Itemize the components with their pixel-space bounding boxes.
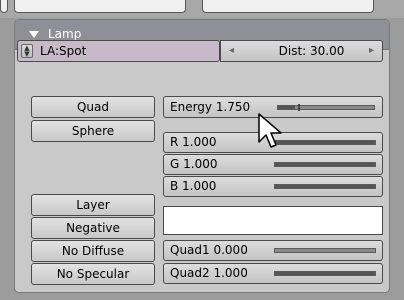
quad1-slider[interactable]: Quad1 0.000 [163, 240, 383, 261]
energy-track[interactable] [277, 104, 375, 111]
g-fill [275, 163, 375, 166]
top-bar-segment [202, 0, 374, 13]
dist-label: Dist: 30.00 [278, 44, 345, 58]
energy-tick [298, 104, 300, 111]
lamp-color-swatch[interactable] [163, 206, 383, 235]
panel-title: Lamp [48, 27, 82, 41]
updown-icon[interactable]: ▲ ▼ [21, 44, 33, 58]
negative-button[interactable]: Negative [31, 217, 155, 239]
b-label: B 1.000 [170, 179, 217, 193]
dist-field[interactable]: ◂ Dist: 30.00 ▸ [220, 40, 383, 62]
g-label: G 1.000 [170, 157, 218, 171]
arrow-right-icon[interactable]: ▸ [369, 41, 374, 61]
quad-button[interactable]: Quad [31, 96, 155, 118]
top-bar [0, 0, 404, 18]
g-track[interactable] [274, 162, 376, 167]
quad1-track[interactable] [274, 248, 376, 253]
layer-button[interactable]: Layer [31, 194, 155, 216]
lamp-datablock-field[interactable]: ▲ ▼ LA:Spot [17, 40, 220, 62]
top-bar-segment [0, 0, 8, 13]
energy-fill [278, 106, 295, 109]
energy-label: Energy 1.750 [170, 100, 251, 114]
quad2-label: Quad2 1.000 [170, 266, 248, 280]
r-label: R 1.000 [170, 135, 217, 149]
r-track[interactable] [274, 140, 376, 145]
sphere-button[interactable]: Sphere [31, 120, 155, 142]
quad1-label: Quad1 0.000 [170, 243, 248, 257]
b-fill [275, 185, 375, 188]
no-specular-button[interactable]: No Specular [31, 263, 155, 285]
quad2-slider[interactable]: Quad2 1.000 [163, 263, 383, 284]
g-slider[interactable]: G 1.000 [163, 154, 383, 175]
no-diffuse-button[interactable]: No Diffuse [31, 240, 155, 262]
b-track[interactable] [274, 184, 376, 189]
quad2-track[interactable] [274, 271, 376, 276]
b-slider[interactable]: B 1.000 [163, 176, 383, 197]
triangle-down-icon[interactable] [29, 31, 39, 38]
quad2-fill [275, 272, 375, 275]
top-bar-segment [14, 0, 186, 13]
r-fill [275, 141, 375, 144]
mouse-pointer-icon [258, 113, 282, 148]
lamp-name[interactable]: LA:Spot [40, 41, 86, 61]
